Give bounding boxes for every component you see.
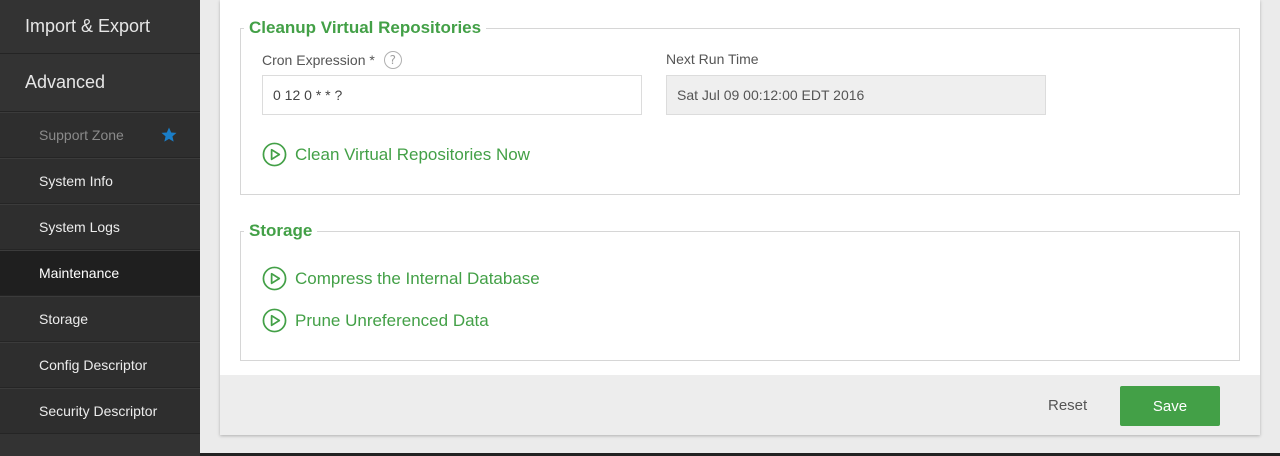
play-circle-icon	[262, 308, 287, 333]
save-button[interactable]: Save	[1120, 386, 1220, 426]
sidebar: Import & Export Advanced Support Zone Sy…	[0, 0, 200, 456]
maintenance-panel: Cleanup Virtual Repositories Cron Expres…	[220, 0, 1260, 435]
cron-expression-label-row: Cron Expression * ?	[262, 51, 402, 69]
sidebar-item-label: Config Descriptor	[39, 357, 148, 373]
action-label: Clean Virtual Repositories Now	[295, 144, 530, 164]
sidebar-item-system-logs[interactable]: System Logs	[0, 204, 200, 250]
main-content: Cleanup Virtual Repositories Cron Expres…	[200, 0, 1280, 456]
sidebar-item-label: System Logs	[39, 219, 120, 235]
sidebar-item-label: System Info	[39, 173, 113, 189]
sidebar-item-maintenance[interactable]: Maintenance	[0, 250, 200, 296]
cron-expression-label: Cron Expression *	[262, 52, 375, 68]
play-circle-icon	[262, 142, 287, 167]
sidebar-item-import-export[interactable]: Import & Export	[0, 0, 200, 54]
next-run-time-field: Sat Jul 09 00:12:00 EDT 2016	[666, 75, 1046, 115]
action-label: Compress the Internal Database	[295, 268, 540, 288]
sidebar-item-security-descriptor[interactable]: Security Descriptor	[0, 388, 200, 434]
next-run-time-label: Next Run Time	[666, 51, 759, 67]
sidebar-item-support-zone[interactable]: Support Zone	[0, 112, 200, 158]
sidebar-item-system-info[interactable]: System Info	[0, 158, 200, 204]
section-title: Storage	[244, 220, 318, 242]
reset-button[interactable]: Reset	[1048, 397, 1087, 414]
sidebar-item-label: Support Zone	[39, 127, 124, 143]
form-footer	[220, 375, 1260, 435]
sidebar-item-advanced[interactable]: Advanced	[0, 54, 200, 112]
cron-expression-input[interactable]: 0 12 0 * * ?	[262, 75, 642, 115]
sidebar-item-label: Advanced	[25, 72, 106, 92]
action-label: Prune Unreferenced Data	[295, 310, 489, 330]
sidebar-item-label: Maintenance	[39, 265, 120, 281]
storage-section: Storage Compress the Internal Database P…	[240, 220, 1240, 361]
cleanup-virtual-repos-section: Cleanup Virtual Repositories Cron Expres…	[240, 17, 1240, 195]
section-title: Cleanup Virtual Repositories	[244, 17, 487, 39]
sidebar-item-label: Import & Export	[25, 16, 151, 36]
clean-virtual-repos-button[interactable]: Clean Virtual Repositories Now	[262, 142, 530, 167]
sidebar-item-config-descriptor[interactable]: Config Descriptor	[0, 342, 200, 388]
next-run-label-row: Next Run Time	[666, 51, 759, 67]
play-circle-icon	[262, 266, 287, 291]
prune-unreferenced-data-button[interactable]: Prune Unreferenced Data	[262, 308, 489, 333]
sidebar-item-label: Storage	[39, 311, 89, 327]
sidebar-item-storage[interactable]: Storage	[0, 296, 200, 342]
compress-database-button[interactable]: Compress the Internal Database	[262, 266, 540, 291]
question-circle-icon[interactable]: ?	[383, 51, 402, 69]
sidebar-item-label: Security Descriptor	[39, 403, 158, 419]
star-icon[interactable]	[160, 126, 178, 144]
